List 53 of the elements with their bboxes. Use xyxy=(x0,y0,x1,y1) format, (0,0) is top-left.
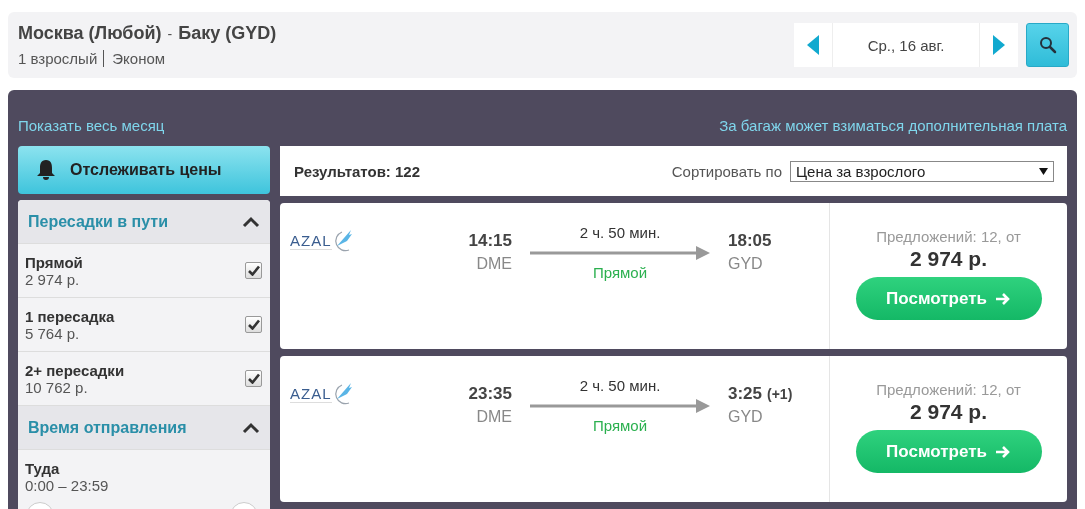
time-range-value: 0:00 – 23:59 xyxy=(25,477,110,494)
arrow-icon xyxy=(994,444,1011,459)
filter-section-header[interactable]: Пересадки в пути xyxy=(18,200,270,244)
departure-time: 23:35 xyxy=(468,384,512,404)
stop-option-label: 1 пересадка xyxy=(25,307,115,325)
arrival-airport: GYD xyxy=(728,255,764,273)
arrival-airport: GYD xyxy=(728,408,764,426)
price: 2 974 р. xyxy=(909,247,988,271)
flight-duration: 2 ч. 50 мин. xyxy=(579,224,661,241)
arrival-time: 18:05 xyxy=(728,231,772,251)
day-offset: (+1) xyxy=(767,386,793,402)
dropdown-caret-icon xyxy=(1039,167,1048,175)
checkbox[interactable] xyxy=(245,316,262,333)
departure-airport: DME xyxy=(476,255,512,273)
offers-count: Предложений: 12, от xyxy=(876,381,1021,398)
route-destination: Баку (GYD) xyxy=(178,23,277,44)
departure-time: 14:15 xyxy=(468,231,512,251)
departure-airport: DME xyxy=(476,408,512,426)
checkbox[interactable] xyxy=(245,370,262,387)
cabin-class: Эконом xyxy=(112,50,166,67)
direction-label: Туда xyxy=(25,460,61,477)
show-month-link[interactable]: Показать весь месяц xyxy=(18,117,165,134)
arrow-icon xyxy=(994,291,1011,306)
passenger-count: 1 взрослый xyxy=(18,50,105,67)
price: 2 974 р. xyxy=(909,400,988,424)
arrival-time: 3:25 xyxy=(728,384,763,404)
stops-label: Прямой xyxy=(592,264,648,281)
bell-icon xyxy=(36,159,56,181)
airline-logo: AZAL xyxy=(290,381,430,407)
sort-label: Сортировать по xyxy=(671,162,782,180)
offers-count: Предложений: 12, от xyxy=(876,228,1021,245)
route-origin: Москва (Любой) xyxy=(18,23,162,44)
search-button[interactable] xyxy=(1026,23,1069,67)
left-triangle-icon xyxy=(807,35,819,55)
baggage-fee-link[interactable]: За багаж может взиматься дополнительная плата xyxy=(719,117,1067,134)
stops-label: Прямой xyxy=(592,417,648,434)
search-icon xyxy=(1038,36,1057,54)
arrow-icon xyxy=(530,246,710,260)
track-prices-button[interactable]: Отслеживать цены xyxy=(18,146,270,194)
stop-option-price: 10 762 р. xyxy=(25,378,88,396)
stop-option-label: 2+ пересадки xyxy=(25,361,125,379)
sort-dropdown[interactable]: Цена за взрослого xyxy=(790,160,1054,182)
right-triangle-icon xyxy=(993,35,1005,55)
arrow-icon xyxy=(530,399,710,413)
route-dash: - xyxy=(167,26,173,42)
results-count: Результатов: 122 xyxy=(294,162,421,180)
stop-option-price: 2 974 р. xyxy=(25,270,80,288)
checkbox[interactable] xyxy=(245,262,262,279)
stop-option-price: 5 764 р. xyxy=(25,324,80,342)
filter-section-header[interactable]: Время отправления xyxy=(18,406,270,450)
stop-option-label: Прямой xyxy=(25,253,83,271)
flight-duration: 2 ч. 50 мин. xyxy=(579,377,661,394)
airline-logo: AZAL xyxy=(290,228,430,254)
